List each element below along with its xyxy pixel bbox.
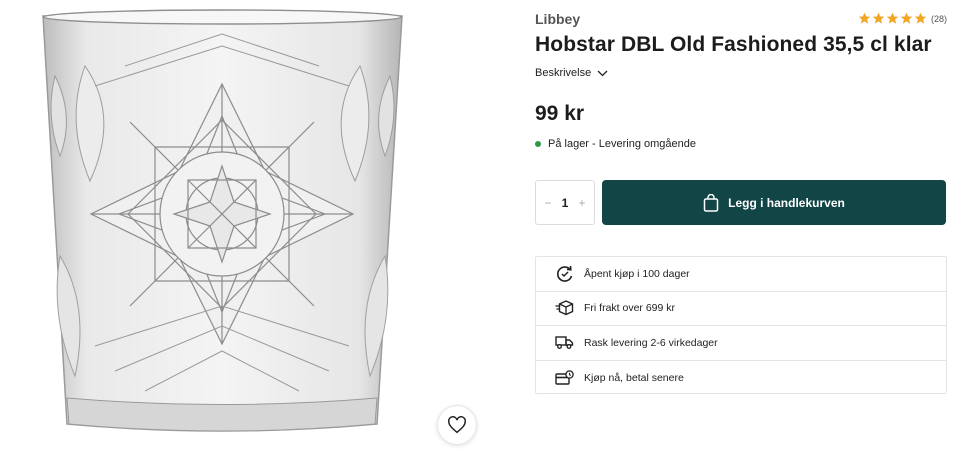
product-image — [42, 9, 403, 432]
star-icon — [872, 12, 885, 24]
stock-text: På lager - Levering omgående — [548, 138, 696, 150]
quantity-increase-button[interactable]: + — [576, 196, 588, 210]
return-icon — [555, 264, 574, 283]
benefit-item: Rask levering 2-6 virkedager — [536, 326, 946, 361]
benefit-text: Åpent kjøp i 100 dager — [584, 267, 690, 280]
quantity-stepper[interactable]: − 1 + — [535, 180, 595, 225]
description-label: Beskrivelse — [535, 67, 592, 79]
chevron-down-icon — [597, 70, 608, 76]
benefit-item: Kjøp nå, betal senere — [536, 361, 946, 396]
star-icon — [914, 12, 927, 24]
add-to-cart-label: Legg i handlekurven — [728, 195, 845, 210]
product-title: Hobstar DBL Old Fashioned 35,5 cl klar — [535, 33, 932, 56]
benefit-item: Fri frakt over 699 kr — [536, 292, 946, 326]
star-icon — [900, 12, 913, 24]
wishlist-button[interactable] — [437, 405, 477, 445]
description-toggle[interactable]: Beskrivelse — [535, 67, 608, 79]
card-icon — [555, 368, 574, 387]
brand-name[interactable]: Libbey — [535, 11, 580, 27]
benefit-item: Åpent kjøp i 100 dager — [536, 257, 946, 292]
star-icon — [858, 12, 871, 24]
shopping-bag-icon — [703, 193, 719, 212]
product-image-area — [0, 0, 500, 458]
star-icon — [886, 12, 899, 24]
add-to-cart-button[interactable]: Legg i handlekurven — [602, 180, 946, 225]
package-icon — [555, 299, 574, 318]
quantity-decrease-button[interactable]: − — [542, 196, 554, 210]
benefit-text: Rask levering 2-6 virkedager — [584, 336, 718, 349]
rating-count: (28) — [930, 13, 947, 24]
heart-icon — [448, 416, 466, 434]
stock-indicator-dot — [535, 141, 541, 147]
truck-icon — [555, 333, 574, 352]
rating[interactable]: (28) — [858, 12, 947, 25]
benefit-text: Kjøp nå, betal senere — [584, 371, 684, 384]
price: 99 kr — [535, 102, 585, 125]
benefits-list: Åpent kjøp i 100 dager Fri frakt over 69… — [535, 256, 947, 394]
quantity-value[interactable]: 1 — [562, 196, 569, 210]
stock-status: På lager - Levering omgående — [535, 138, 696, 150]
benefit-text: Fri frakt over 699 kr — [584, 302, 676, 315]
